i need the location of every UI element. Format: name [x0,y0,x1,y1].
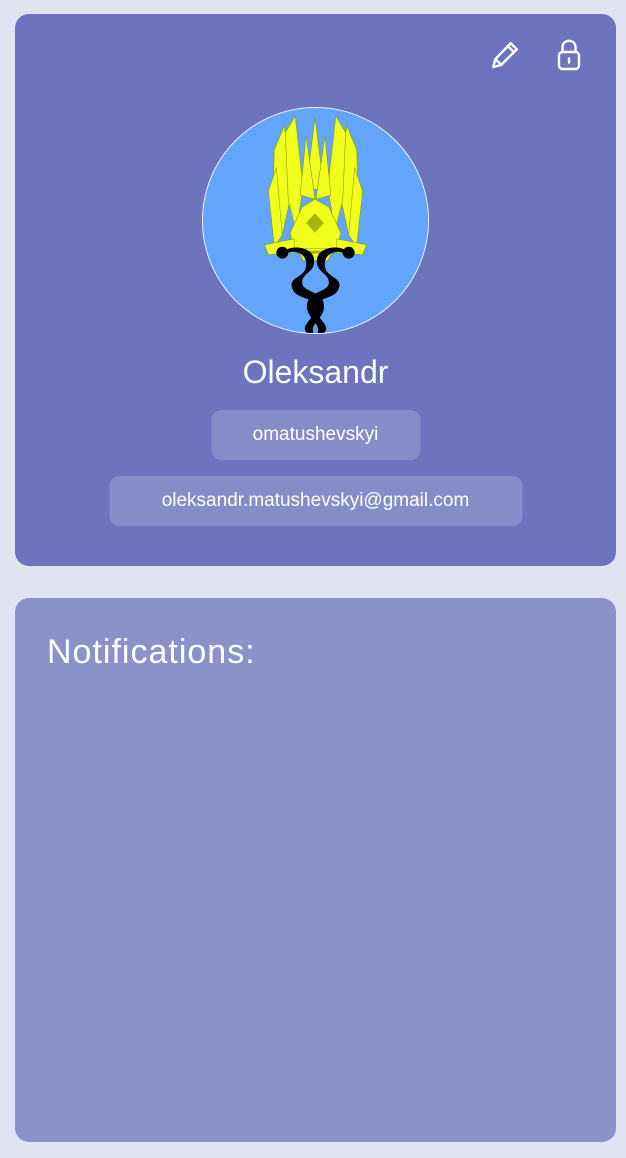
lock-button[interactable] [552,38,586,72]
lock-icon [557,39,581,71]
profile-actions [488,38,586,72]
emblem-avatar-icon [203,108,428,333]
pencil-icon [492,42,518,69]
avatar[interactable] [202,107,429,334]
notifications-card: Notifications: [15,598,616,1142]
notifications-title: Notifications: [47,633,256,671]
email-badge: oleksandr.matushevskyi@gmail.com [109,476,522,526]
edit-profile-button[interactable] [488,38,522,72]
profile-page: Oleksandr omatushevskyi oleksandr.matush… [0,0,626,1158]
username-badge: omatushevskyi [211,410,420,460]
profile-name: Oleksandr [242,354,389,390]
profile-card: Oleksandr omatushevskyi oleksandr.matush… [15,14,616,566]
